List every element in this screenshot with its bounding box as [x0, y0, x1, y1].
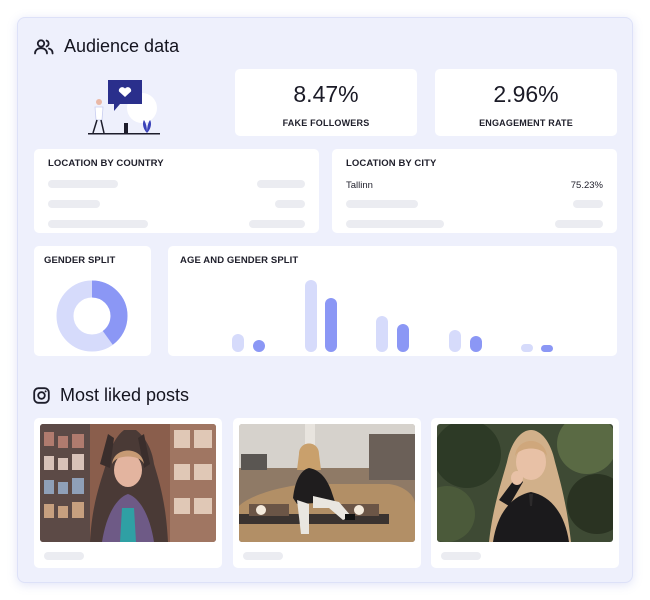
audience-header: Audience data [34, 36, 179, 57]
instagram-icon [33, 387, 50, 404]
post-card[interactable] [233, 418, 421, 568]
location-country-card: LOCATION BY COUNTRY [34, 149, 319, 233]
skeleton-line [346, 200, 418, 208]
skeleton-line [249, 220, 305, 228]
city-percent: 75.23% [570, 180, 603, 191]
gender-split-title: GENDER SPLIT [44, 255, 116, 266]
engagement-rate-label: ENGAGEMENT RATE [479, 118, 573, 128]
audience-panel: Audience data 8.47% FAKE FOLLOWERS 2.96%… [17, 17, 633, 583]
post-card[interactable] [431, 418, 619, 568]
age-gender-bar [541, 345, 553, 352]
engagement-rate-card: 2.96% ENGAGEMENT RATE [435, 69, 617, 136]
skeleton-line [48, 220, 148, 228]
posts-header: Most liked posts [33, 385, 189, 406]
age-gender-card: AGE AND GENDER SPLIT [168, 246, 617, 356]
post-photo[interactable] [40, 424, 216, 542]
gender-split-card: GENDER SPLIT [34, 246, 151, 356]
location-city-card: LOCATION BY CITY Tallinn 75.23% [332, 149, 617, 233]
fake-followers-value: 8.47% [293, 81, 359, 107]
age-gender-bar [449, 330, 461, 352]
audience-title: Audience data [64, 36, 180, 56]
post-photo[interactable] [239, 424, 415, 542]
audience-illustration [84, 78, 164, 140]
age-gender-bar [325, 298, 337, 352]
age-gender-bar [376, 316, 388, 352]
age-gender-bar [470, 336, 482, 352]
age-gender-bar [232, 334, 244, 352]
skeleton-line [257, 180, 305, 188]
skeleton-line [243, 552, 283, 560]
skeleton-line [48, 180, 118, 188]
skeleton-line [44, 552, 84, 560]
age-gender-bar [521, 344, 533, 352]
fake-followers-label: FAKE FOLLOWERS [282, 118, 370, 128]
engagement-rate-value: 2.96% [493, 81, 559, 107]
age-gender-bar [397, 324, 409, 352]
location-city-title: LOCATION BY CITY [346, 158, 437, 169]
post-card[interactable] [34, 418, 222, 568]
skeleton-line [48, 200, 100, 208]
skeleton-line [555, 220, 603, 228]
location-country-title: LOCATION BY COUNTRY [48, 158, 164, 169]
skeleton-line [346, 220, 444, 228]
age-gender-bar [253, 340, 265, 352]
age-gender-bars [168, 246, 617, 356]
gender-donut-chart [55, 279, 129, 353]
post-photo[interactable] [437, 424, 613, 542]
age-gender-bar [305, 280, 317, 352]
skeleton-line [441, 552, 481, 560]
skeleton-line [573, 200, 603, 208]
skeleton-line [275, 200, 305, 208]
users-icon [34, 38, 54, 55]
city-name: Tallinn [346, 180, 373, 191]
posts-title: Most liked posts [60, 385, 190, 405]
fake-followers-card: 8.47% FAKE FOLLOWERS [235, 69, 417, 136]
